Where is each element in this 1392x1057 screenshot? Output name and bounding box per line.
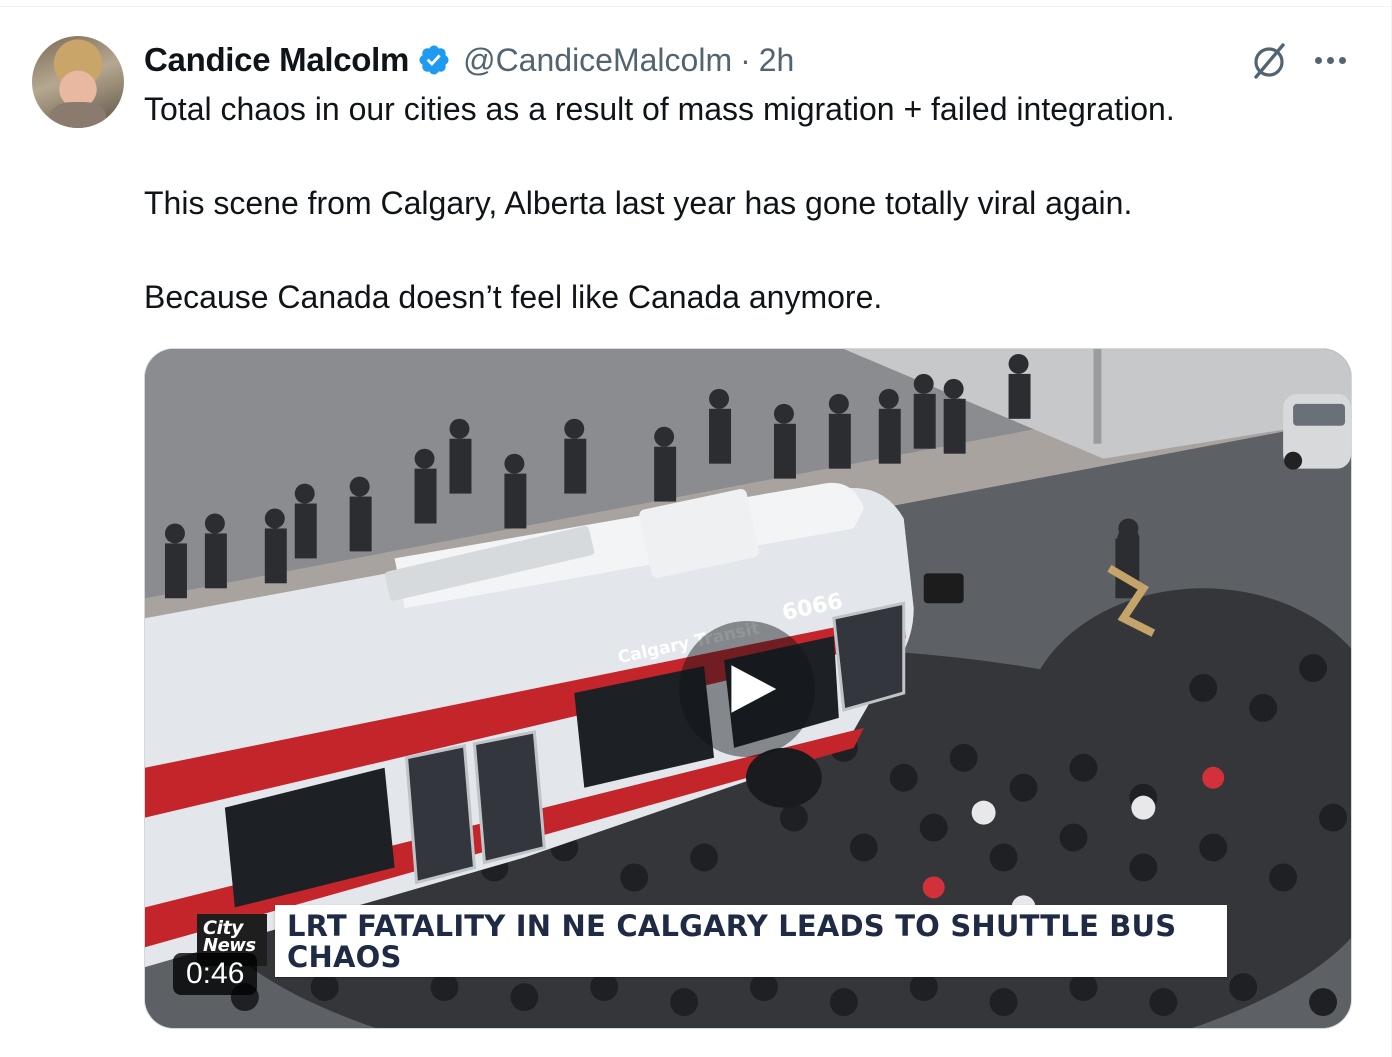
top-divider [0, 6, 1392, 7]
avatar[interactable] [32, 36, 124, 128]
video-duration: 0:46 [173, 953, 258, 995]
news-banner-text: LRT FATALITY IN NE CALGARY LEADS TO SHUT… [287, 909, 1177, 974]
author-name[interactable]: Candice Malcolm [144, 41, 409, 79]
post-time[interactable]: 2h [759, 42, 795, 79]
video-player[interactable]: 6066 Calgary Transit LRT FATALITY IN NE … [144, 348, 1352, 1029]
play-button[interactable] [679, 621, 815, 757]
post-text: Total chaos in our cities as a result of… [144, 86, 1354, 321]
grok-icon[interactable] [1248, 40, 1290, 82]
news-banner: LRT FATALITY IN NE CALGARY LEADS TO SHUT… [275, 905, 1227, 977]
verified-badge-icon[interactable] [417, 43, 451, 77]
play-icon [731, 665, 777, 713]
post-header: Candice Malcolm @CandiceMalcolm · 2h [144, 40, 794, 80]
separator-dot: · [740, 41, 751, 78]
post-paragraph-2: This scene from Calgary, Alberta last ye… [144, 185, 1133, 221]
post-paragraph-3: Because Canada doesn’t feel like Canada … [144, 279, 883, 315]
author-handle[interactable]: @CandiceMalcolm [463, 42, 732, 79]
more-icon[interactable] [1308, 42, 1352, 78]
post-paragraph-1: Total chaos in our cities as a result of… [144, 91, 1175, 127]
